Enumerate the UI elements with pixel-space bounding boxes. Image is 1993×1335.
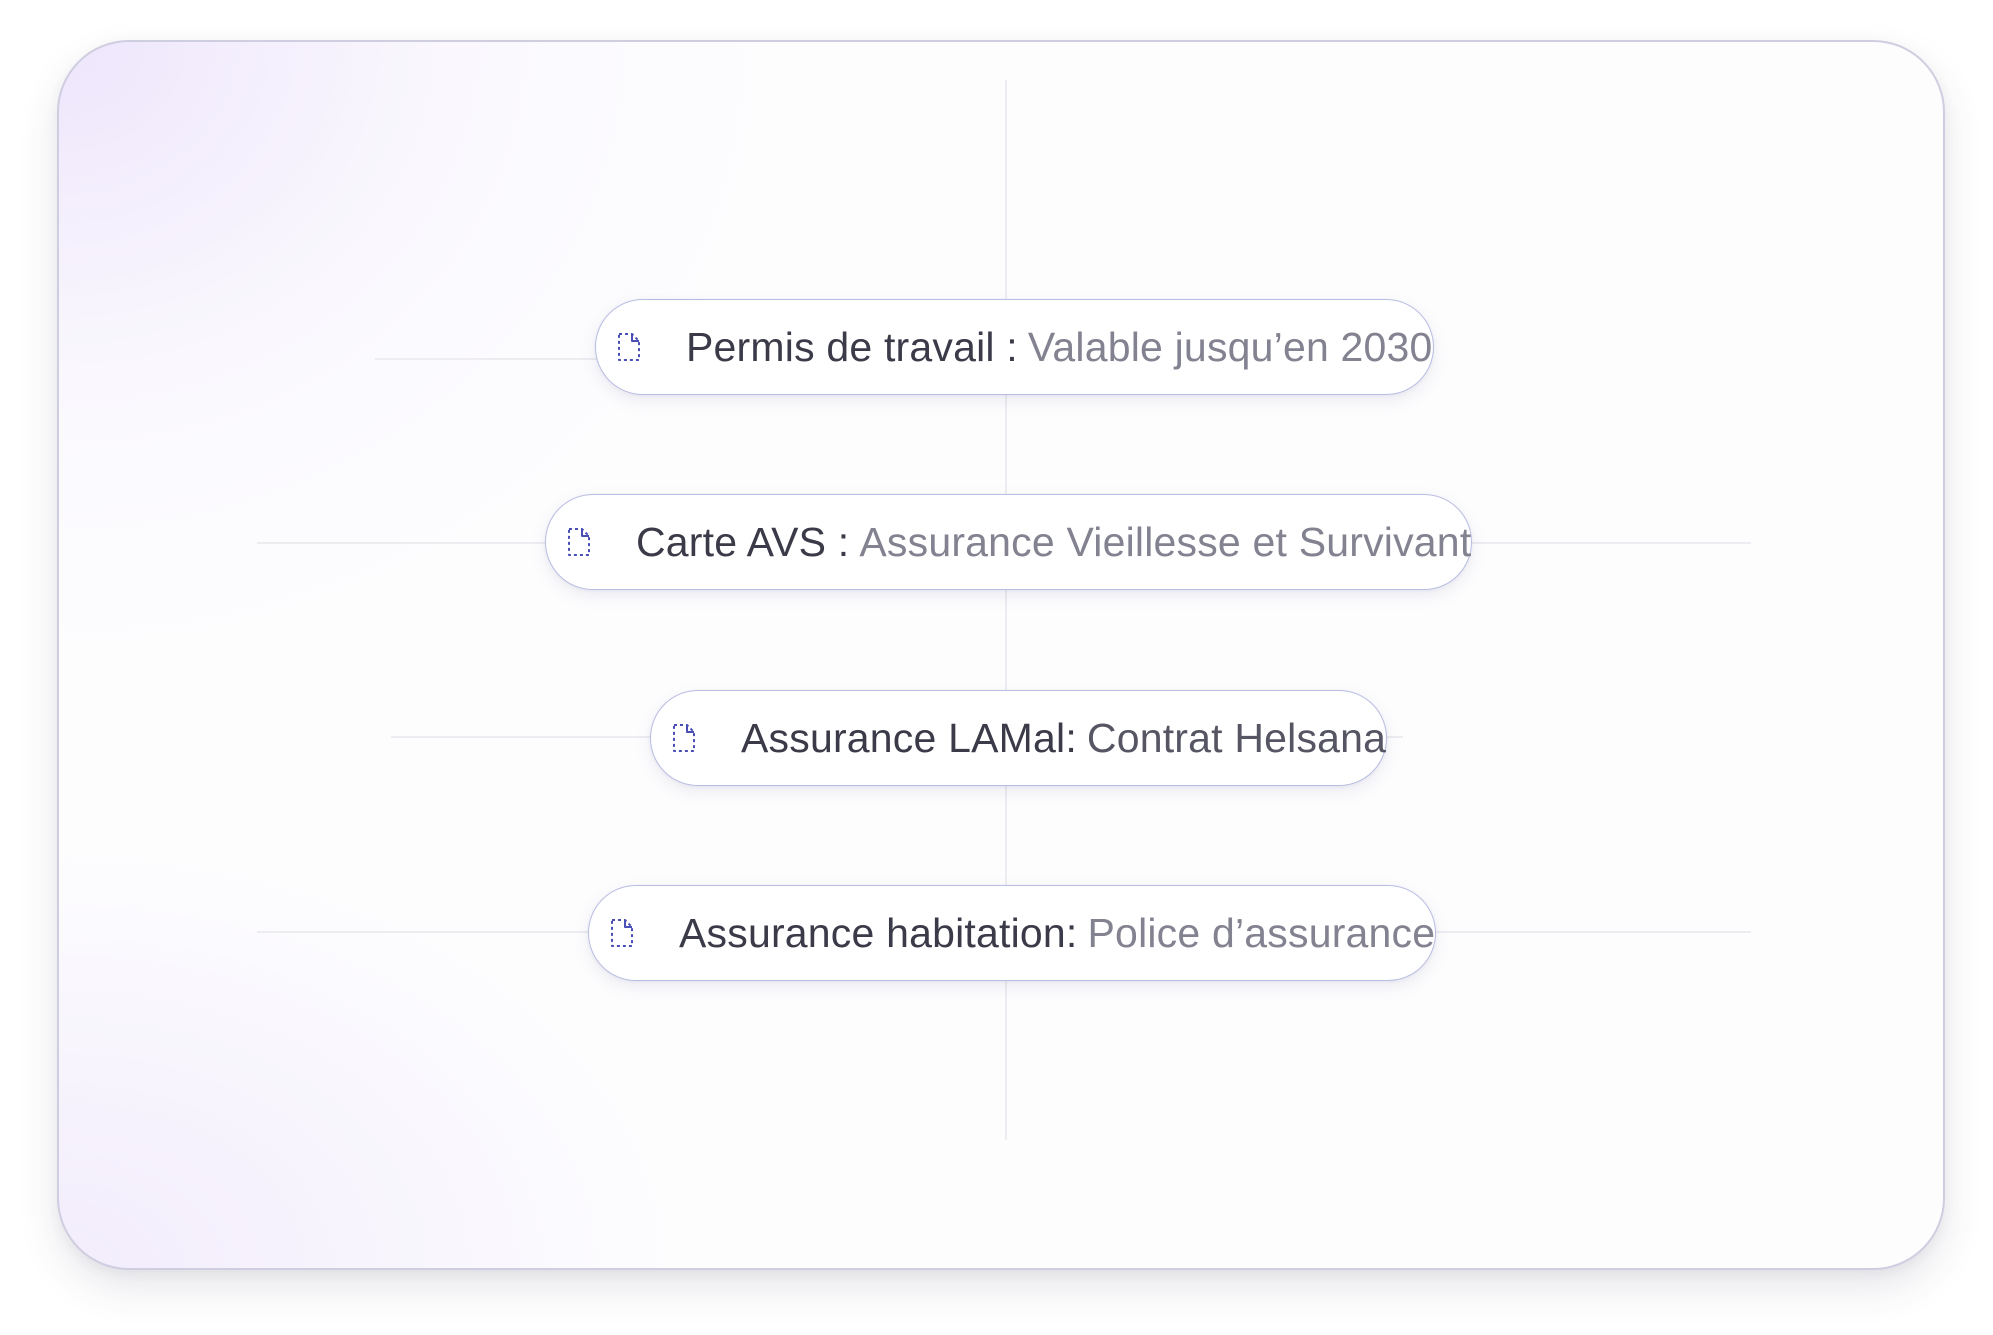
document-label: Assurance habitation: <box>679 909 1078 956</box>
document-value: Police d’assurance <box>1087 909 1436 956</box>
document-pill-avs[interactable]: Carte AVS : Assurance Vieillesse et Surv… <box>545 494 1473 590</box>
document-value: Contrat Helsana <box>1086 714 1387 761</box>
document-label: Permis de travail : <box>686 323 1018 370</box>
documents-card: Permis de travail : Valable jusqu’en 203… <box>57 40 1945 1270</box>
document-value: Assurance Vieillesse et Survivant <box>859 518 1472 565</box>
document-value: Valable jusqu’en 2030 <box>1027 323 1433 370</box>
document-pill-permis[interactable]: Permis de travail : Valable jusqu’en 203… <box>595 299 1434 395</box>
document-pill-lamal[interactable]: Assurance LAMal: Contrat Helsana <box>650 690 1388 786</box>
document-label: Carte AVS : <box>636 518 850 565</box>
vertical-connector-line <box>1005 80 1007 1140</box>
stage: Permis de travail : Valable jusqu’en 203… <box>0 0 1993 1335</box>
file-icon <box>673 724 695 752</box>
file-icon <box>618 333 640 361</box>
document-pill-habitation[interactable]: Assurance habitation: Police d’assurance <box>588 885 1437 981</box>
file-icon <box>568 528 590 556</box>
document-label: Assurance LAMal: <box>741 714 1077 761</box>
file-icon <box>611 919 633 947</box>
